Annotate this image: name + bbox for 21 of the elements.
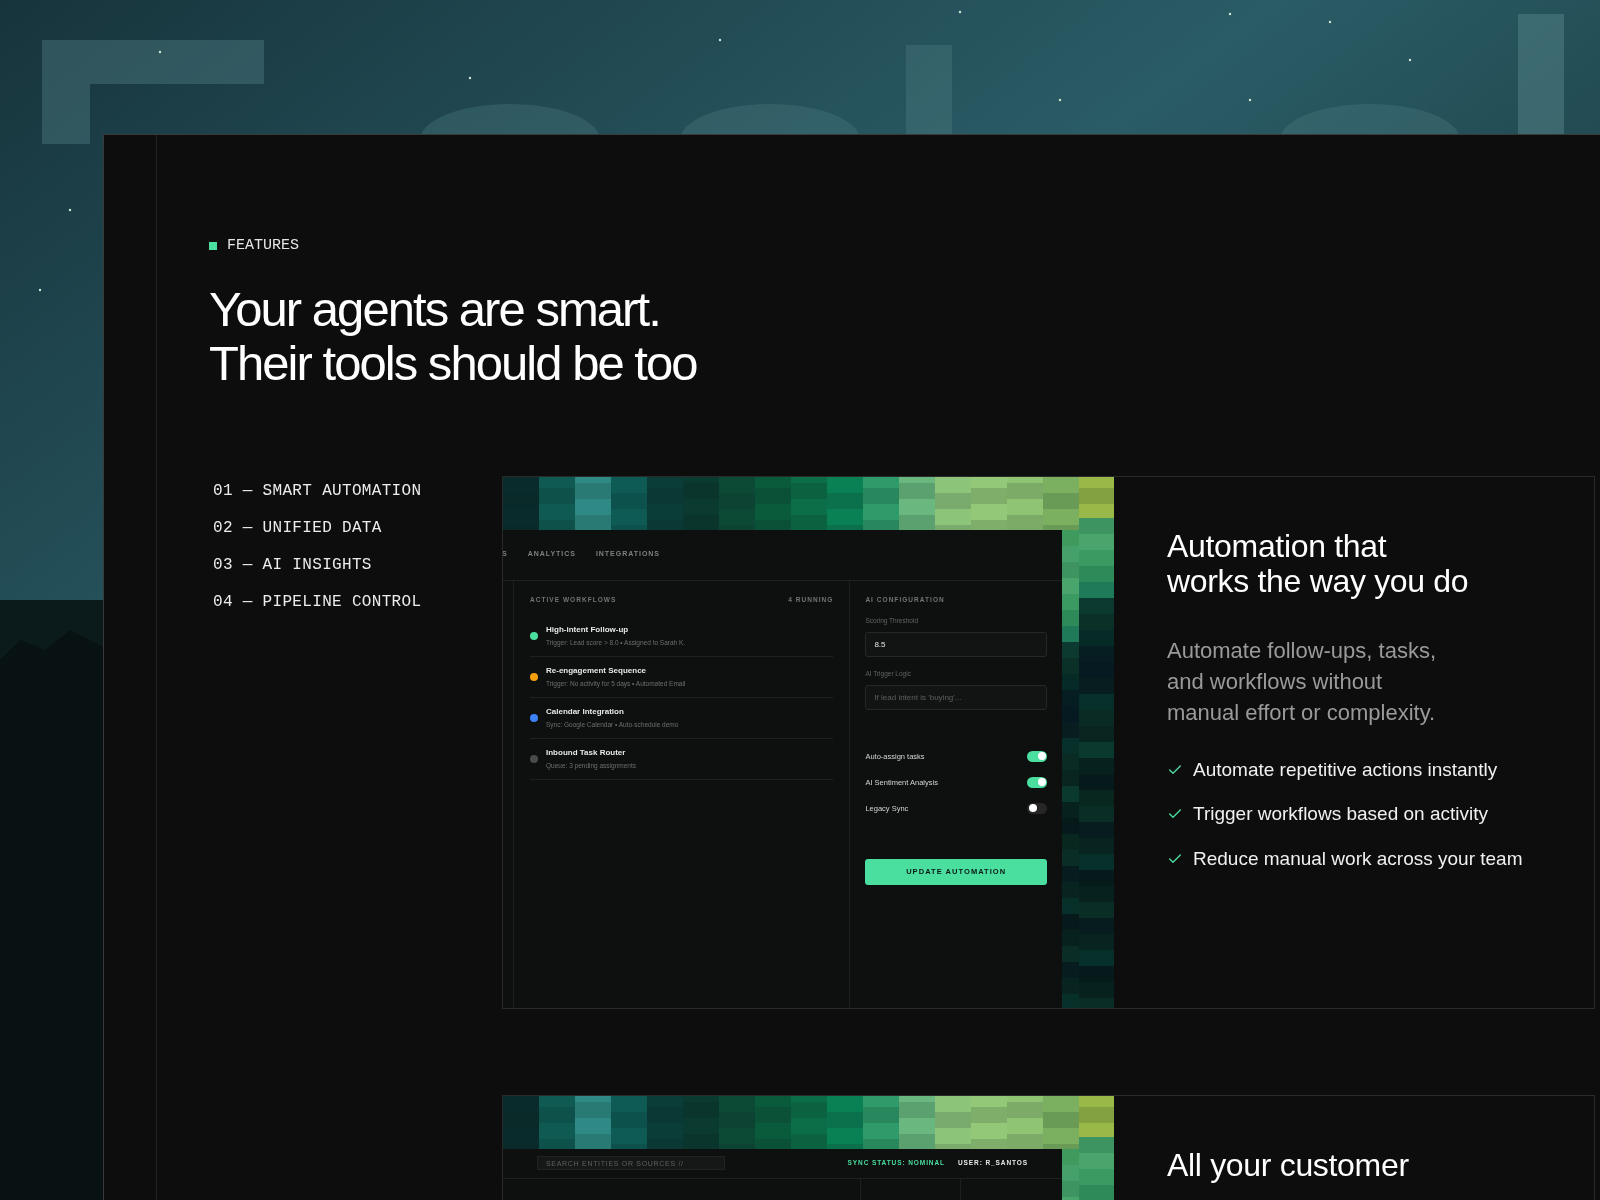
section-heading: Your agents are smart. Their tools should be too: [209, 281, 698, 390]
toggle-switch[interactable]: [1027, 750, 1047, 762]
benefit-text: Trigger workflows based on activity: [1193, 802, 1488, 826]
workflow-title: Inbound Task Router: [546, 747, 627, 760]
workflow-title: High-intent Follow-up: [546, 624, 630, 637]
feature-link[interactable]: 01 — SMART AUTOMATION: [213, 479, 422, 502]
feature-title: All your customer: [1167, 1147, 1409, 1183]
toggle-switch[interactable]: [1027, 776, 1047, 788]
toggle-switch[interactable]: [1027, 802, 1047, 814]
benefit-text: Reduce manual work across your team: [1193, 846, 1523, 871]
feature-title: Automation that works the way you do: [1167, 528, 1470, 599]
benefit-text: Automate repetitive actions instantly: [1193, 757, 1498, 782]
workflow-title: Calendar Integration: [546, 706, 625, 719]
feature-link[interactable]: 02 — UNIFIED DATA: [213, 516, 382, 539]
square-icon: [209, 242, 217, 251]
input-field[interactable]: 8.5: [865, 632, 1047, 657]
feature-link[interactable]: 04 — PIPELINE CONTROL: [213, 590, 422, 613]
workflow-title: Re-engagement Sequence: [546, 665, 648, 678]
feature-description: Automate follow-ups, tasks, and workflows without manual effort or complexity.: [1167, 636, 1437, 727]
section-label: FEATURES: [227, 236, 299, 256]
feature-link[interactable]: 03 — AI INSIGHTS: [213, 553, 372, 576]
